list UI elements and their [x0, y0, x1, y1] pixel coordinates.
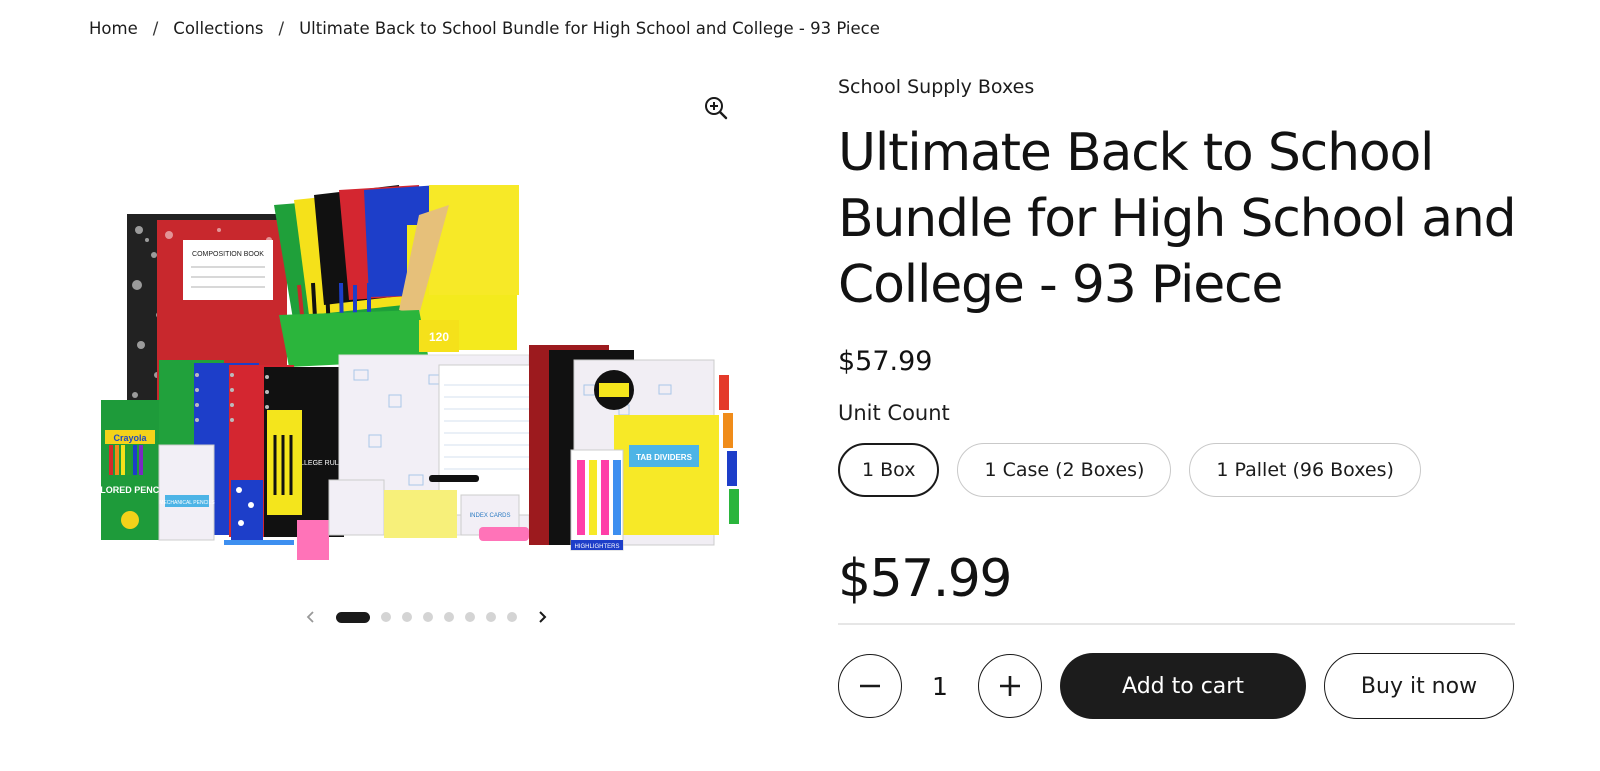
product-gallery: COMPOSITION BOOK 120 Crayola LORED PENCI…	[89, 80, 779, 640]
svg-text:120: 120	[429, 330, 449, 344]
slider-dot[interactable]	[423, 612, 433, 622]
slider-dot[interactable]	[507, 612, 517, 622]
breadcrumb-current-page: Ultimate Back to School Bundle for High …	[299, 19, 880, 38]
breadcrumb-separator: /	[278, 19, 285, 38]
highlighters-label: HIGHLIGHTERS	[574, 544, 619, 550]
slider-dot[interactable]	[381, 612, 391, 622]
slider-dot[interactable]	[486, 612, 496, 622]
tab-dividers-label: TAB DIVIDERS	[636, 453, 693, 462]
add-to-cart-button[interactable]: Add to cart	[1060, 653, 1306, 719]
plus-icon	[1000, 676, 1020, 696]
chevron-left-icon	[306, 611, 314, 623]
quantity-input[interactable]	[902, 670, 978, 702]
quantity-increase-button[interactable]	[978, 654, 1042, 718]
slider-controls	[300, 606, 553, 628]
variant-option-1-pallet[interactable]: 1 Pallet (96 Boxes)	[1189, 443, 1421, 497]
mechanical-pencils-label: MECHANICAL PENCILS	[159, 500, 215, 506]
zoom-in-icon	[705, 97, 728, 120]
product-price: $57.99	[838, 346, 933, 377]
slider-dot-active[interactable]	[336, 611, 370, 623]
composition-book-label: COMPOSITION BOOK	[192, 251, 264, 258]
slider-dots	[336, 611, 517, 623]
breadcrumb-home-link[interactable]: Home	[89, 19, 138, 38]
variant-options: 1 Box 1 Case (2 Boxes) 1 Pallet (96 Boxe…	[838, 443, 1518, 497]
slider-dot[interactable]	[402, 612, 412, 622]
cart-controls: Add to cart Buy it now	[838, 653, 1518, 719]
product-price-large: $57.99	[838, 549, 1012, 609]
chevron-right-icon	[539, 611, 547, 623]
product-image[interactable]: COMPOSITION BOOK 120 Crayola LORED PENCI…	[99, 145, 761, 595]
variant-option-1-box[interactable]: 1 Box	[838, 443, 940, 497]
slider-next-button[interactable]	[531, 606, 553, 628]
variant-option-1-case[interactable]: 1 Case (2 Boxes)	[957, 443, 1172, 497]
slider-dot[interactable]	[465, 612, 475, 622]
quantity-decrease-button[interactable]	[838, 654, 902, 718]
option-label: Unit Count	[838, 401, 950, 425]
product-vendor[interactable]: School Supply Boxes	[838, 76, 1518, 98]
breadcrumb: Home / Collections / Ultimate Back to Sc…	[89, 19, 880, 38]
product-info: School Supply Boxes Ultimate Back to Sch…	[838, 75, 1518, 719]
slider-dot[interactable]	[444, 612, 454, 622]
slider-prev-button[interactable]	[300, 606, 322, 628]
breadcrumb-separator: /	[152, 19, 159, 38]
crayola-label: Crayola	[113, 433, 147, 443]
zoom-button[interactable]	[701, 93, 731, 123]
breadcrumb-collections-link[interactable]: Collections	[173, 19, 263, 38]
minus-icon	[860, 684, 880, 688]
buy-now-button[interactable]: Buy it now	[1324, 653, 1514, 719]
divider	[838, 623, 1515, 625]
product-title: Ultimate Back to School Bundle for High …	[838, 123, 1517, 315]
index-cards-label: INDEX CARDS	[469, 513, 510, 519]
